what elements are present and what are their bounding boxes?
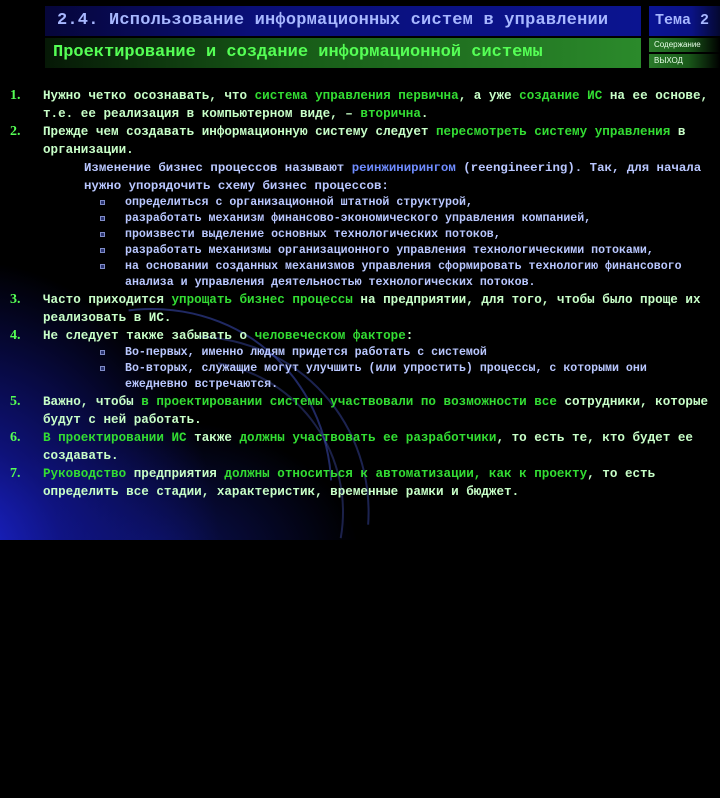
bullet-square-icon: [100, 350, 105, 355]
list-item-7: 7. Руководство предприятия должны относи…: [0, 465, 720, 501]
item-text-segment: также: [186, 431, 240, 445]
highlighted-text: должны участвовать ее разработчики: [239, 431, 497, 445]
item-text-segment: Нужно четко осознавать, что: [43, 89, 255, 103]
highlighted-text: упрощать бизнес процессы: [171, 293, 353, 307]
highlighted-text: создание ИС: [519, 89, 603, 103]
bullet-item: Во-первых, именно людям придется работат…: [0, 345, 665, 361]
item-number: 5.: [10, 394, 21, 409]
bullet-square-icon: [100, 264, 105, 269]
bullet-list: определиться с организационной штатной с…: [0, 195, 720, 291]
bullet-square-icon: [100, 248, 105, 253]
item-text-segment: Часто приходится: [43, 293, 172, 307]
item-text-segment: :: [405, 329, 414, 343]
contents-button[interactable]: Содержание: [649, 38, 720, 52]
highlighted-text: пересмотреть систему управления: [436, 125, 671, 139]
slide-content: 1. Нужно четко осознавать, что система у…: [0, 87, 720, 501]
list-item-5: 5. Важно, чтобы в проектировании системы…: [0, 393, 720, 429]
highlighted-text: Руководство: [43, 467, 127, 481]
list-item-4: 4. Не следует также забывать о человечес…: [0, 327, 720, 393]
item-number: 7.: [10, 466, 21, 481]
item-text-segment: , а уже: [458, 89, 520, 103]
item-text: Нужно четко осознавать, что система упра…: [43, 87, 711, 123]
item-number: 6.: [10, 430, 21, 445]
topic-button[interactable]: Тема 2: [649, 6, 720, 36]
bullet-square-icon: [100, 366, 105, 371]
note-text: Изменение бизнес процессов называют: [84, 161, 352, 175]
highlighted-text: человеческом факторе: [254, 329, 406, 343]
bullet-item: разработать механизмы организационного у…: [0, 243, 695, 259]
bullet-square-icon: [100, 216, 105, 221]
list-item-1: 1. Нужно четко осознавать, что система у…: [0, 87, 720, 123]
item-text: Прежде чем создавать информационную сист…: [43, 123, 711, 159]
bullet-text: Во-вторых, служащие могут улучшить (или …: [125, 362, 647, 391]
bullet-text: определиться с организационной штатной с…: [125, 196, 473, 209]
item-number: 1.: [10, 88, 21, 103]
bullet-item: определиться с организационной штатной с…: [0, 195, 695, 211]
item-text: В проектировании ИС также должны участво…: [43, 429, 711, 465]
list-item-3: 3. Часто приходится упрощать бизнес проц…: [0, 291, 720, 327]
bullet-item: произвести выделение основных технологич…: [0, 227, 695, 243]
bullet-square-icon: [100, 200, 105, 205]
item-text: Не следует также забывать о человеческом…: [43, 327, 711, 345]
bullet-item: Во-вторых, служащие могут улучшить (или …: [0, 361, 665, 393]
highlighted-text: вторична: [360, 107, 421, 121]
item-number: 3.: [10, 292, 21, 307]
bullet-item: на основании созданных механизмов управл…: [0, 259, 695, 291]
bullet-text: произвести выделение основных технологич…: [125, 228, 501, 241]
slide-title: 2.4. Использование информационных систем…: [45, 6, 641, 36]
reengineering-note: Изменение бизнес процессов называют реин…: [84, 159, 704, 195]
item-text: Важно, чтобы в проектировании системы уч…: [43, 393, 711, 429]
item-text-segment: Не следует также забывать о: [43, 329, 255, 343]
bullet-text: Во-первых, именно людям придется работат…: [125, 346, 487, 359]
bullet-text: на основании созданных механизмов управл…: [125, 260, 682, 289]
highlighted-text: система управления первична: [254, 89, 459, 103]
item-text-segment: Прежде чем создавать информационную сист…: [43, 125, 436, 139]
item-text-segment: предприятия: [126, 467, 225, 481]
highlighted-text: в проектировании системы участвовали по …: [141, 395, 557, 409]
bullet-text: разработать механизм финансово-экономиче…: [125, 212, 592, 225]
bullet-square-icon: [100, 232, 105, 237]
note-term: реинжинирингом: [351, 161, 456, 175]
list-item-2: 2. Прежде чем создавать информационную с…: [0, 123, 720, 291]
bullet-item: разработать механизм финансово-экономиче…: [0, 211, 695, 227]
item-text-segment: .: [420, 107, 429, 121]
bullet-text: разработать механизмы организационного у…: [125, 244, 654, 257]
item-number: 2.: [10, 124, 21, 139]
item-text-segment: Важно, чтобы: [43, 395, 142, 409]
bullet-list: Во-первых, именно людям придется работат…: [0, 345, 720, 393]
highlighted-text: должны относиться к автоматизации, как к…: [224, 467, 588, 481]
list-item-6: 6. В проектировании ИС также должны учас…: [0, 429, 720, 465]
item-text: Часто приходится упрощать бизнес процесс…: [43, 291, 711, 327]
highlighted-text: В проектировании ИС: [43, 431, 187, 445]
slide-subtitle: Проектирование и создание информационной…: [45, 38, 641, 68]
exit-button[interactable]: ВЫХОД: [649, 54, 720, 68]
item-number: 4.: [10, 328, 21, 343]
item-text: Руководство предприятия должны относитьс…: [43, 465, 711, 501]
